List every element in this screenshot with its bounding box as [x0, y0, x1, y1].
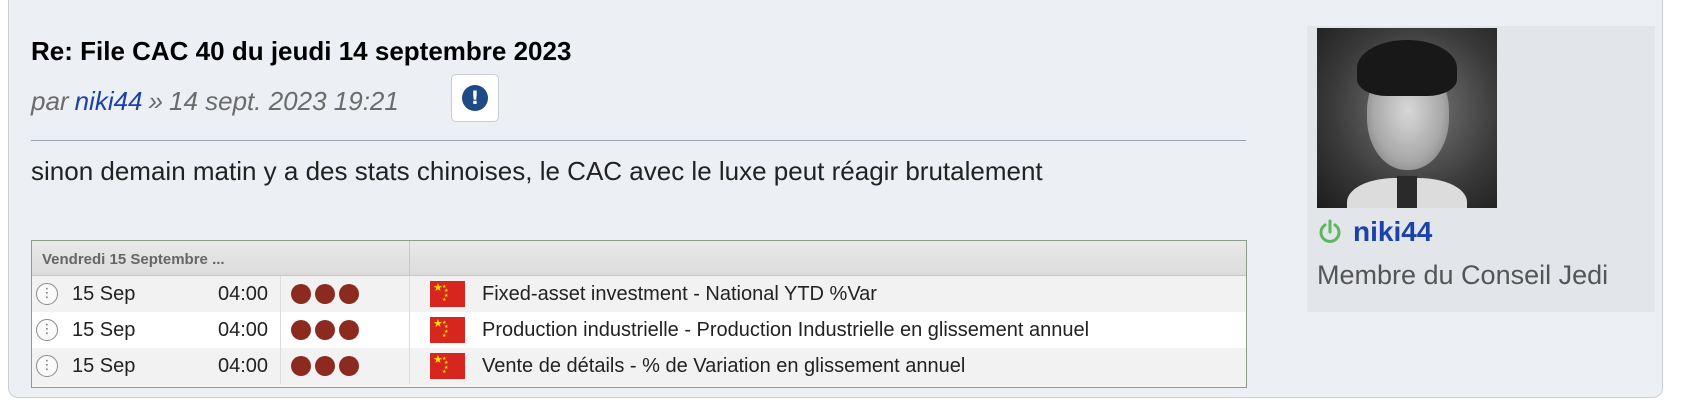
- importance-dot: [339, 284, 359, 304]
- post-divider: [31, 140, 1246, 141]
- byline-prefix: par: [31, 86, 69, 116]
- author-profile-panel: niki44 Membre du Conseil Jedi: [1307, 26, 1655, 312]
- calendar-row-time: 04:00: [218, 354, 269, 377]
- calendar-row-event: Vente de détails - % de Variation en gli…: [482, 354, 966, 377]
- exclamation-circle-icon: !: [462, 85, 488, 111]
- importance-dot: [315, 356, 335, 376]
- author-link[interactable]: niki44: [75, 86, 143, 117]
- profile-username-link[interactable]: niki44: [1353, 216, 1432, 248]
- post-timestamp: 14 sept. 2023 19:21: [168, 86, 399, 116]
- calendar-header-date: Vendredi 15 Septembre ...: [32, 241, 410, 275]
- post-content: sinon demain matin y a des stats chinois…: [31, 156, 1043, 186]
- importance-indicator: [280, 276, 410, 312]
- calendar-row-event: Fixed-asset investment - National YTD %V…: [482, 282, 877, 305]
- china-flag-icon: ★ ★ ★ ★ ★: [430, 317, 465, 343]
- online-power-icon: [1319, 219, 1341, 243]
- info-icon: ⋮: [36, 283, 58, 305]
- china-flag-icon: ★ ★ ★ ★ ★: [430, 353, 465, 379]
- calendar-row: ⋮ 15 Sep 04:00 ★ ★ ★ ★ ★ Fixed-asset investm…: [32, 276, 1246, 312]
- info-icon: ⋮: [36, 319, 58, 341]
- china-flag-icon: ★ ★ ★ ★ ★: [430, 281, 465, 307]
- calendar-row-time: 04:00: [218, 282, 269, 305]
- importance-dot: [339, 320, 359, 340]
- profile-username: niki44: [1317, 216, 1432, 248]
- report-post-button[interactable]: !: [451, 74, 499, 122]
- byline-separator: »: [148, 86, 163, 116]
- importance-dot: [291, 320, 311, 340]
- calendar-row-date: 15 Sep: [72, 282, 136, 305]
- importance-dot: [339, 356, 359, 376]
- calendar-row: ⋮ 15 Sep 04:00 ★ ★ ★ ★ ★ Vente de détails - …: [32, 348, 1246, 384]
- info-icon: ⋮: [36, 355, 58, 377]
- calendar-row-time: 04:00: [218, 318, 269, 341]
- calendar-header: Vendredi 15 Septembre ...: [32, 241, 1246, 276]
- importance-dot: [291, 284, 311, 304]
- importance-dot: [315, 284, 335, 304]
- economic-calendar-image: Vendredi 15 Septembre ... ⋮ 15 Sep 04:00…: [31, 240, 1247, 388]
- calendar-row-date: 15 Sep: [72, 354, 136, 377]
- post-title[interactable]: Re: File CAC 40 du jeudi 14 septembre 20…: [31, 36, 571, 67]
- importance-dot: [315, 320, 335, 340]
- importance-dot: [291, 356, 311, 376]
- forum-post: Re: File CAC 40 du jeudi 14 septembre 20…: [8, 0, 1663, 398]
- importance-indicator: [280, 312, 410, 348]
- calendar-row: ⋮ 15 Sep 04:00 ★ ★ ★ ★ ★ Production industri…: [32, 312, 1246, 348]
- avatar[interactable]: [1317, 28, 1497, 208]
- calendar-row-event: Production industrielle - Production Ind…: [482, 318, 1090, 341]
- calendar-row-date: 15 Sep: [72, 318, 136, 341]
- importance-indicator: [280, 348, 410, 384]
- profile-rank: Membre du Conseil Jedi: [1317, 260, 1609, 290]
- post-byline: par niki44 » 14 sept. 2023 19:21: [31, 86, 399, 117]
